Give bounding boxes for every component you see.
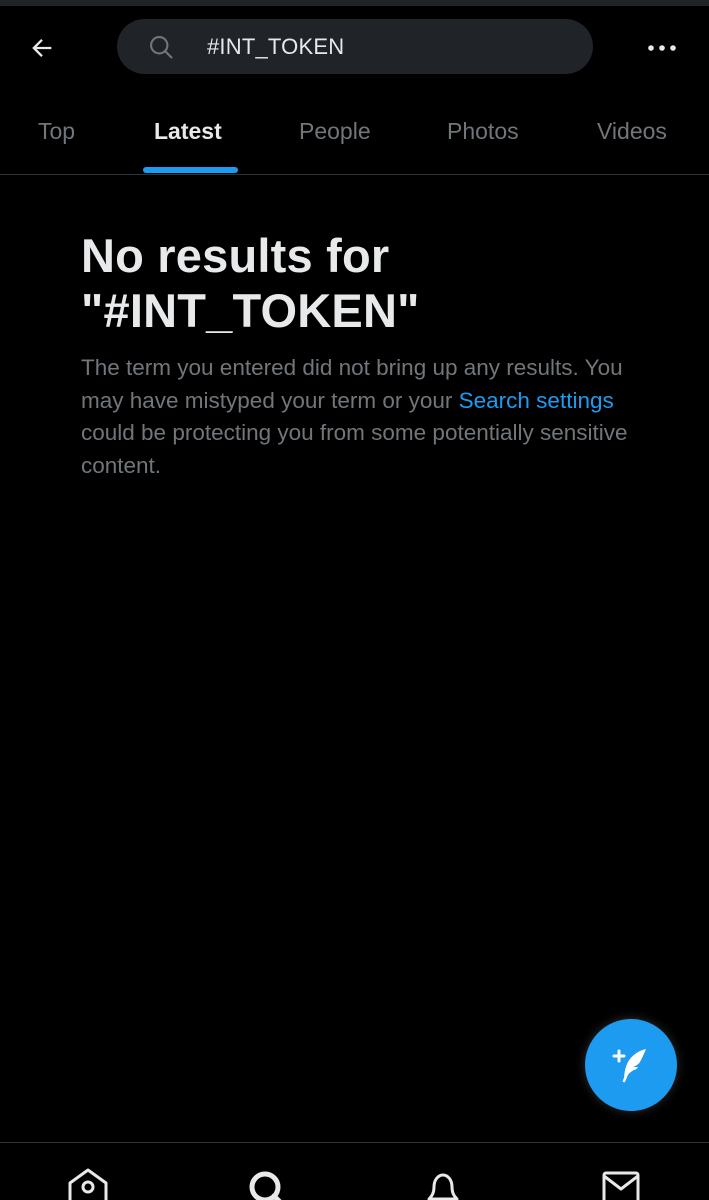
bell-icon — [427, 1173, 459, 1200]
app-screen: #INT_TOKEN Top Latest People Photos Vide… — [0, 0, 709, 1200]
empty-title-line2: "#INT_TOKEN" — [81, 284, 420, 337]
search-icon — [150, 36, 173, 59]
empty-state: No results for "#INT_TOKEN" The term you… — [81, 228, 641, 482]
bottom-navigation — [0, 1142, 709, 1200]
compose-button[interactable] — [585, 1019, 677, 1111]
arrow-left-icon — [32, 39, 52, 57]
active-tab-indicator — [143, 167, 238, 173]
search-input[interactable]: #INT_TOKEN — [117, 19, 593, 74]
tab-latest[interactable]: Latest — [154, 88, 222, 174]
mail-icon — [602, 1171, 640, 1200]
empty-message-text-end: could be protecting you from some potent… — [81, 420, 628, 478]
search-icon — [249, 1171, 282, 1200]
more-horizontal-icon — [648, 45, 676, 51]
search-header: #INT_TOKEN — [0, 6, 709, 88]
search-query-text: #INT_TOKEN — [207, 34, 345, 59]
nav-notifications-button[interactable] — [421, 1165, 465, 1200]
nav-messages-button[interactable] — [600, 1165, 644, 1200]
empty-state-message: The term you entered did not bring up an… — [81, 352, 641, 482]
search-tabs: Top Latest People Photos Videos — [0, 88, 709, 175]
back-button[interactable] — [22, 28, 62, 68]
home-icon — [68, 1168, 108, 1200]
more-options-button[interactable] — [640, 28, 684, 68]
nav-search-button[interactable] — [245, 1165, 289, 1200]
nav-home-button[interactable] — [66, 1165, 110, 1200]
compose-feather-icon — [612, 1049, 646, 1083]
tab-videos[interactable]: Videos — [597, 88, 667, 174]
tab-people[interactable]: People — [299, 88, 371, 174]
tab-photos[interactable]: Photos — [447, 88, 519, 174]
tab-top[interactable]: Top — [38, 88, 75, 174]
search-settings-link[interactable]: Search settings — [459, 388, 614, 413]
empty-state-title: No results for "#INT_TOKEN" — [81, 228, 641, 338]
empty-title-line1: No results for — [81, 229, 390, 282]
